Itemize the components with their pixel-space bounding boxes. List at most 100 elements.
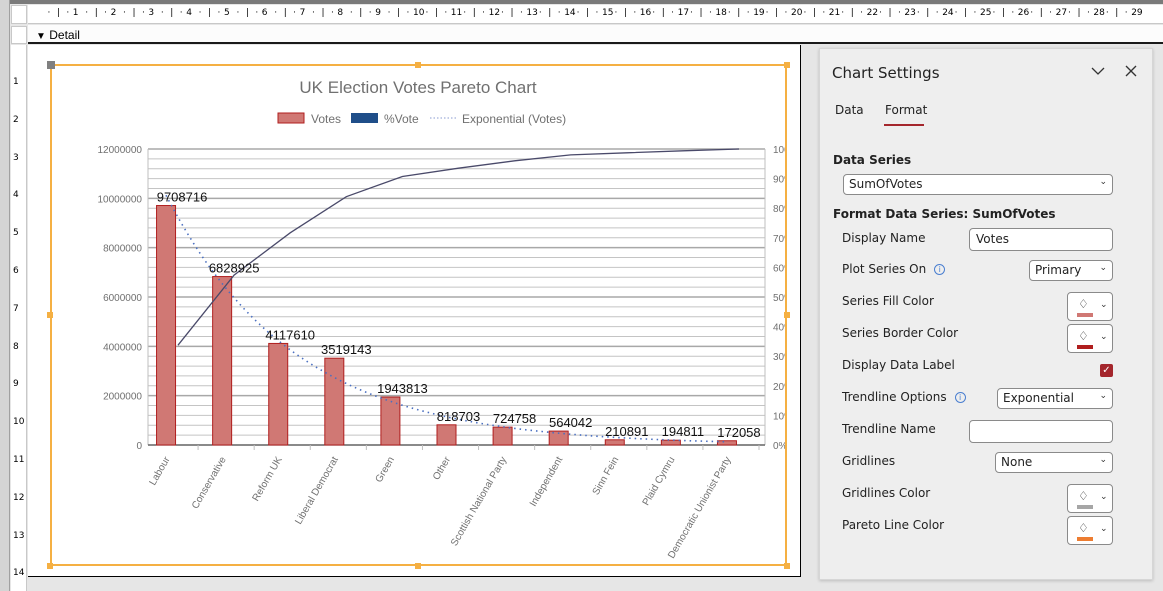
- resize-handle-top-right[interactable]: [784, 62, 790, 68]
- bar-votes: [716, 440, 737, 446]
- ruler-tick: |: [283, 8, 287, 18]
- ruler-tick: ·: [708, 8, 712, 18]
- ruler-tick: |: [245, 8, 249, 18]
- y2-tick-label: 50%: [773, 293, 785, 304]
- ruler-tick: ·: [1086, 8, 1090, 18]
- plot-series-select[interactable]: Primary ⌄: [1029, 260, 1113, 281]
- chart-control[interactable]: UK Election Votes Pareto Chart Votes %Vo…: [50, 64, 799, 566]
- trendline-exponential: [165, 194, 728, 443]
- ruler-tick: ·: [727, 8, 731, 18]
- gridlines-select[interactable]: None ⌄: [995, 452, 1113, 473]
- x-tick-label: Sinn Fein: [591, 455, 622, 497]
- bar-votes: [604, 439, 625, 446]
- ruler-tick: |: [699, 8, 703, 18]
- ruler-tick: |: [661, 8, 665, 18]
- ruler-mark: 6: [13, 266, 19, 276]
- data-label-label: Display Data Label: [842, 358, 955, 372]
- ruler-tick: ·: [66, 8, 70, 18]
- y-tick-label: 10000000: [98, 194, 143, 205]
- data-label: 724758: [493, 411, 536, 426]
- ruler-tick: |: [1077, 8, 1081, 18]
- close-icon[interactable]: [1123, 63, 1141, 81]
- ruler-tick: |: [926, 8, 930, 18]
- gridlines-color-picker[interactable]: ♢ ⌄: [1067, 484, 1113, 513]
- resize-handle-top[interactable]: [415, 62, 421, 68]
- ruler-tick: ·: [444, 8, 448, 18]
- move-handle[interactable]: [47, 61, 55, 69]
- ruler-mark: 2: [13, 114, 19, 125]
- ruler-tick: ·: [879, 8, 882, 18]
- ruler-tick: ·: [179, 8, 183, 18]
- ruler-mark: 14: [13, 568, 25, 579]
- ruler-tick: ·: [557, 8, 561, 18]
- section-selector[interactable]: [11, 26, 27, 44]
- ruler-tick: ·: [784, 8, 788, 18]
- chart-legend: Votes %Vote Exponential (Votes): [277, 112, 566, 126]
- ruler-tick: |: [170, 8, 174, 18]
- ruler-mark: 12: [488, 8, 501, 18]
- data-label: 6828925: [209, 261, 260, 276]
- ruler-mark: 3: [13, 152, 19, 163]
- ruler-tick: ·: [954, 8, 958, 18]
- collapse-chevron-icon[interactable]: [1090, 63, 1108, 81]
- detail-section-label: Detail: [49, 28, 80, 42]
- fill-color-picker[interactable]: ♢ ⌄: [1067, 292, 1113, 321]
- resize-handle-right[interactable]: [784, 312, 790, 318]
- pareto-color-label: Pareto Line Color: [842, 518, 945, 532]
- ruler-corner[interactable]: [11, 5, 27, 24]
- ruler-mark: 8: [13, 341, 19, 352]
- plot-series-label: Plot Series On i: [842, 262, 946, 276]
- ruler-tick: ·: [916, 8, 920, 18]
- x-tick-label: Conservative: [190, 455, 229, 511]
- chevron-down-icon: ⌄: [1100, 300, 1108, 310]
- border-color-picker[interactable]: ♢ ⌄: [1067, 324, 1113, 353]
- horizontal-ruler[interactable]: 1 · | · 2 · | · 3 · | · 4 · | · 5 · | · 6 · | · 7 · | · 8 · | · 9 · | · 10 · |…: [28, 5, 1163, 24]
- ruler-tick: |: [586, 8, 590, 18]
- ruler-tick: ·: [690, 8, 693, 18]
- ruler-mark: 9: [13, 379, 19, 390]
- ruler-mark: 5: [13, 228, 19, 239]
- ruler-tick: ·: [841, 8, 845, 18]
- trendline-options-label: Trendline Options i: [842, 390, 966, 404]
- border-color-swatch: [1077, 345, 1093, 349]
- ruler-tick: |: [1001, 8, 1005, 18]
- ruler-tick: ·: [160, 8, 164, 18]
- tab-format[interactable]: Format: [885, 103, 927, 117]
- ruler-tick: ·: [576, 8, 580, 18]
- info-icon[interactable]: i: [934, 264, 946, 275]
- display-name-input[interactable]: Votes: [969, 228, 1113, 251]
- plot-series-label-text: Plot Series On: [842, 262, 927, 276]
- info-icon[interactable]: i: [954, 392, 966, 403]
- ruler-mark: 19: [753, 8, 765, 18]
- pareto-color-picker[interactable]: ♢ ⌄: [1067, 516, 1113, 545]
- y-tick-label: 0: [136, 441, 142, 452]
- ruler-mark: 14: [564, 8, 576, 18]
- data-series-select[interactable]: SumOfVotes ⌄: [843, 174, 1113, 195]
- ruler-tick: ·: [595, 8, 599, 18]
- ruler-tick: |: [94, 8, 98, 18]
- tab-data[interactable]: Data: [835, 103, 864, 117]
- detail-section-bar[interactable]: ▼ Detail: [28, 25, 1163, 44]
- paint-bucket-icon: ♢: [1078, 489, 1089, 503]
- vertical-ruler[interactable]: 1 2 3 4 5 6 7 8 9 10 11 12 13 14: [11, 45, 27, 591]
- ruler-tick: ·: [482, 8, 486, 18]
- ruler-tick: ·: [992, 8, 996, 18]
- resize-handle-left[interactable]: [47, 312, 53, 318]
- resize-handle-bottom-right[interactable]: [784, 563, 790, 569]
- ruler-tick: |: [1115, 8, 1119, 18]
- ruler-tick: ·: [198, 8, 202, 18]
- y2-tick-label: 100%: [773, 145, 785, 156]
- display-data-label-checkbox[interactable]: ✓: [1100, 364, 1113, 377]
- ruler-mark: 7: [13, 303, 19, 314]
- resize-handle-bottom-left[interactable]: [47, 563, 53, 569]
- plot-series-value: Primary: [1035, 263, 1082, 277]
- chart-title: UK Election Votes Pareto Chart: [299, 78, 536, 97]
- resize-handle-bottom[interactable]: [415, 563, 421, 569]
- ruler-tick: |: [548, 8, 552, 18]
- data-label: 818703: [437, 409, 480, 424]
- trendline-options-select[interactable]: Exponential ⌄: [997, 388, 1113, 409]
- bar-votes: [156, 205, 177, 446]
- trendline-name-input[interactable]: [969, 420, 1113, 443]
- data-label: 4117610: [265, 327, 315, 342]
- ruler-tick: ·: [765, 8, 769, 18]
